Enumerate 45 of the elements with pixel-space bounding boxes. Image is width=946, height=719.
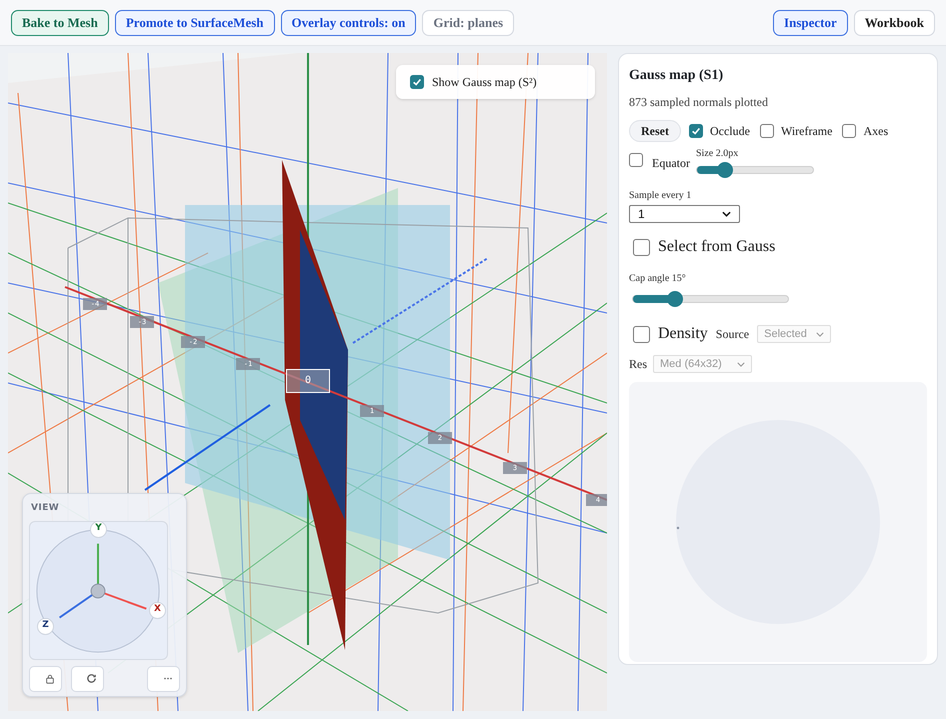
checkbox[interactable] [760, 124, 774, 138]
checkbox[interactable] [410, 75, 424, 89]
checkbox[interactable] [842, 124, 856, 138]
field-label: Source [716, 326, 750, 343]
axis-tick-label: 0 [286, 369, 330, 393]
toolbar-button[interactable]: Overlay controls: on [280, 10, 416, 36]
chevron-icon [722, 211, 731, 217]
axis-handle[interactable]: Y [90, 520, 107, 538]
slider-label: Size 2.0px [696, 147, 740, 161]
field-label: Sample every 1 [629, 189, 692, 203]
toolbar-button[interactable]: Promote to SurfaceMesh [114, 10, 275, 36]
slider-label: Cap angle 15° [629, 272, 687, 286]
checkbox[interactable] [633, 238, 650, 256]
sample-select[interactable]: 1 [629, 205, 740, 223]
checkbox-label: Show Gauss map (S²) [432, 74, 537, 91]
more-icon [163, 677, 173, 680]
slider-thumb[interactable] [666, 291, 683, 307]
lock-icon [45, 674, 55, 684]
chevron-icon [737, 362, 745, 366]
panel-subtitle: 873 sampled normals plotted [629, 94, 769, 111]
reset-button[interactable]: Reset [629, 120, 681, 142]
chevron-icon [816, 332, 824, 336]
panel-title: Gauss map (S1) [629, 67, 724, 85]
checkmark-icon [690, 126, 701, 136]
checkmark-icon [412, 77, 422, 87]
axis-handle[interactable]: Z [37, 618, 54, 634]
toolbar-button[interactable]: Grid: planes [422, 10, 514, 36]
checkbox[interactable] [629, 153, 643, 167]
tab-button[interactable]: Workbook [854, 10, 935, 36]
slider-thumb[interactable] [716, 162, 733, 178]
checkbox-label: Equator [652, 155, 690, 172]
tab-button[interactable]: Inspector [773, 10, 848, 36]
gizmo-panel[interactable]: Y X Z [29, 520, 168, 660]
checkbox[interactable] [688, 124, 703, 138]
checkbox-label: Select from Gauss [658, 237, 776, 257]
checkbox-label: Wireframe [780, 123, 832, 140]
checkbox-label: Density [658, 324, 708, 344]
reset-view-button[interactable] [71, 666, 104, 692]
checkbox-label: Occlude [710, 123, 750, 140]
checkbox-label: Axes [863, 123, 888, 140]
field-label: Res [629, 356, 647, 373]
lock-button[interactable] [29, 666, 62, 692]
rotate-icon [86, 673, 97, 684]
toolbar-button[interactable]: Bake to Mesh [11, 10, 109, 36]
widget-title: VIEW [30, 502, 60, 515]
